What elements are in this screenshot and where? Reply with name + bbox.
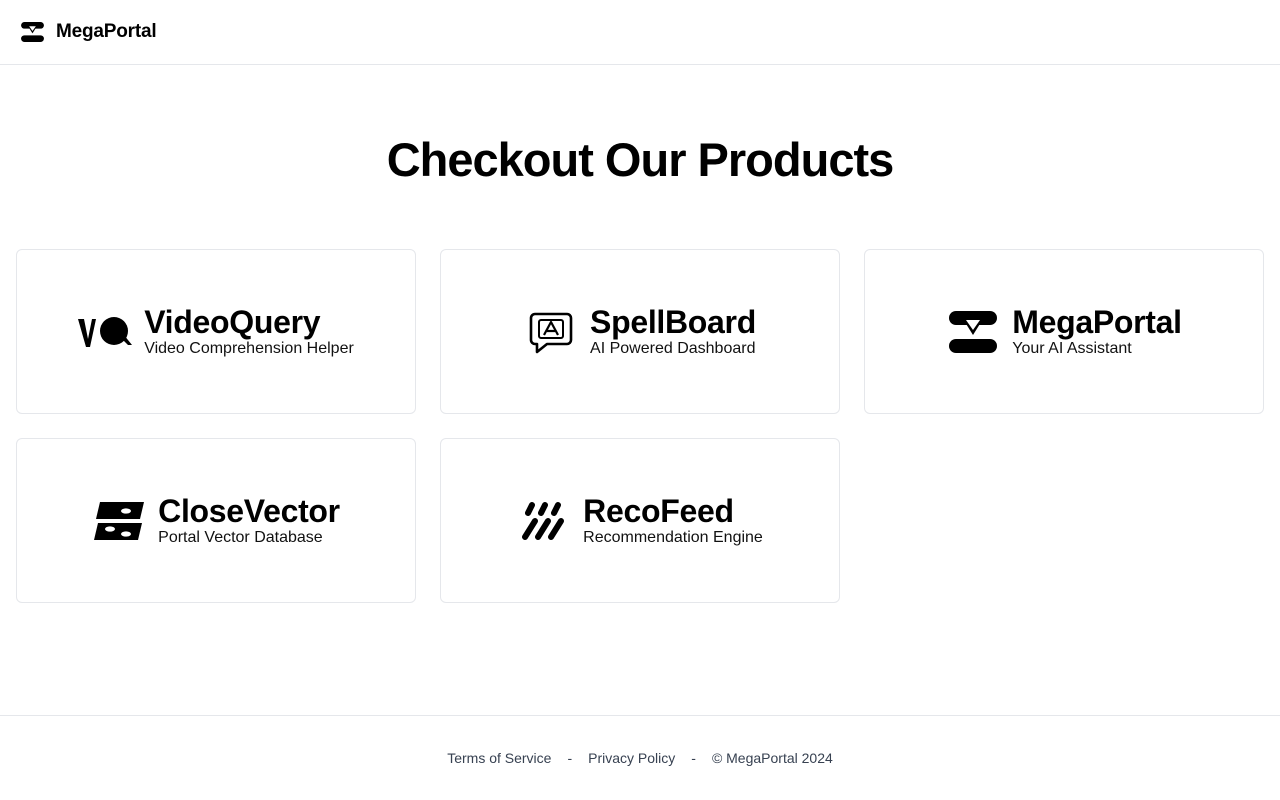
recofeed-logo-icon <box>522 501 565 540</box>
site-footer: Terms of Service - Privacy Policy - © Me… <box>0 715 1280 800</box>
product-card-closevector[interactable]: CloseVector Portal Vector Database <box>16 438 416 603</box>
product-name: VideoQuery <box>144 303 321 340</box>
product-subtitle: Recommendation Engine <box>583 528 763 546</box>
product-subtitle: AI Powered Dashboard <box>590 339 756 357</box>
product-card-spellboard[interactable]: SpellBoard AI Powered Dashboard <box>440 249 840 414</box>
site-header: MegaPortal <box>0 0 1280 65</box>
product-subtitle: Your AI Assistant <box>1012 339 1132 357</box>
product-subtitle: Portal Vector Database <box>158 528 323 546</box>
spellboard-logo-icon <box>529 312 573 353</box>
footer-separator: - <box>567 750 573 766</box>
product-subtitle: Video Comprehension Helper <box>144 339 354 357</box>
product-card-videoquery[interactable]: VideoQuery Video Comprehension Helper <box>16 249 416 414</box>
page-title: Checkout Our Products <box>386 133 895 186</box>
brand-link[interactable]: MegaPortal <box>21 21 157 43</box>
videoquery-logo-icon <box>78 316 133 347</box>
footer-separator: - <box>691 750 696 766</box>
brand-name: MegaPortal <box>56 21 157 42</box>
megaportal-logo-icon <box>949 310 998 353</box>
product-name: CloseVector <box>158 492 340 529</box>
product-name: SpellBoard <box>590 303 756 340</box>
product-card-recofeed[interactable]: RecoFeed Recommendation Engine <box>440 438 840 603</box>
product-name: MegaPortal <box>1012 303 1182 340</box>
copyright-text: © MegaPortal 2024 <box>711 750 833 766</box>
privacy-policy-link[interactable]: Privacy Policy <box>588 750 675 766</box>
closevector-logo-icon <box>94 501 145 540</box>
terms-of-service-link[interactable]: Terms of Service <box>447 750 551 766</box>
megaportal-logo-icon <box>21 22 44 42</box>
product-card-megaportal[interactable]: MegaPortal Your AI Assistant <box>864 249 1264 414</box>
product-name: RecoFeed <box>583 492 734 529</box>
